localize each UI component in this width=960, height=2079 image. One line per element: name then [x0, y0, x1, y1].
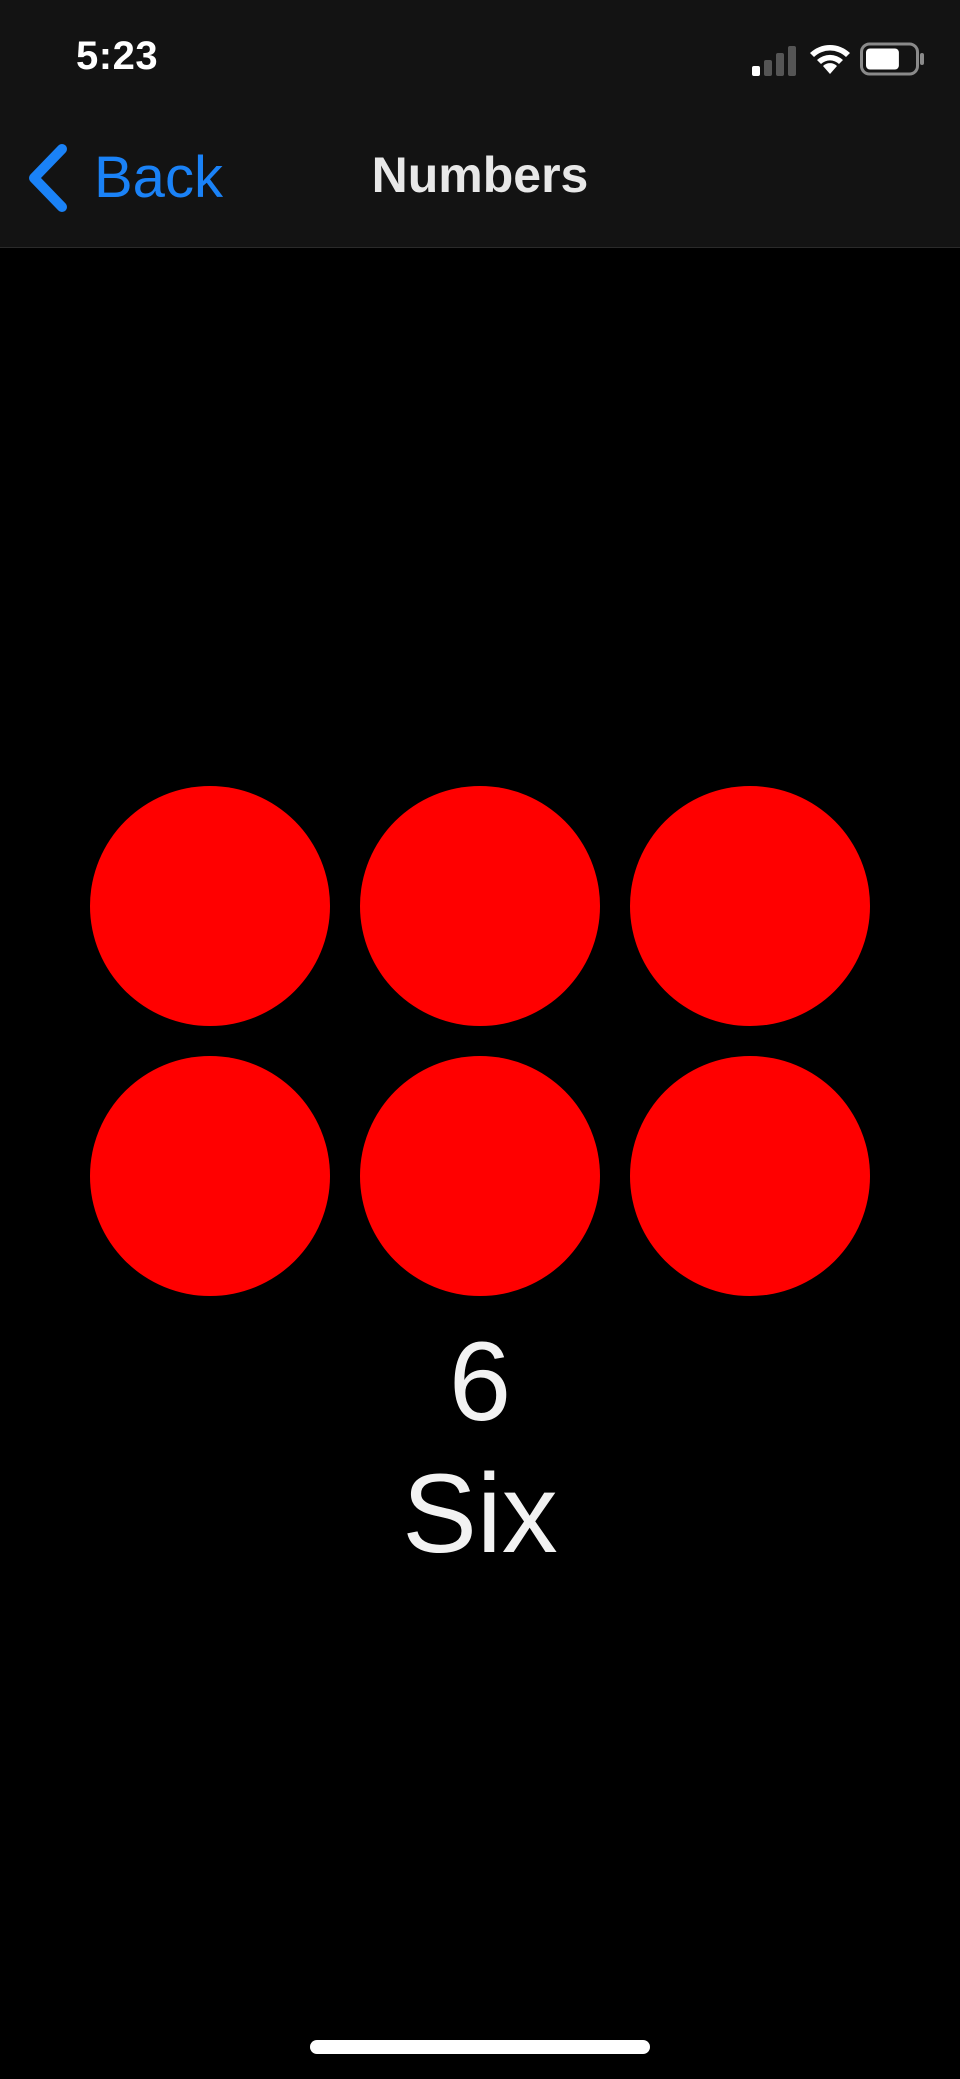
red-dot — [360, 1056, 600, 1296]
home-indicator[interactable] — [310, 2040, 650, 2054]
red-dot — [360, 786, 600, 1026]
page-title: Numbers — [371, 147, 589, 203]
wifi-icon — [810, 45, 850, 74]
red-dot — [630, 1056, 870, 1296]
battery-fill — [866, 48, 899, 70]
battery-icon — [860, 42, 924, 76]
red-dot — [630, 786, 870, 1026]
counting-dots — [90, 786, 870, 1298]
signal-icon — [752, 46, 796, 76]
number-digit: 6 — [448, 1319, 512, 1444]
red-dot — [90, 1056, 330, 1296]
red-dot — [90, 786, 330, 1026]
navigation-bar: 5:23 Back Numbers — [0, 0, 960, 248]
status-time: 5:23 — [76, 34, 159, 78]
number-word: Six — [402, 1451, 558, 1576]
